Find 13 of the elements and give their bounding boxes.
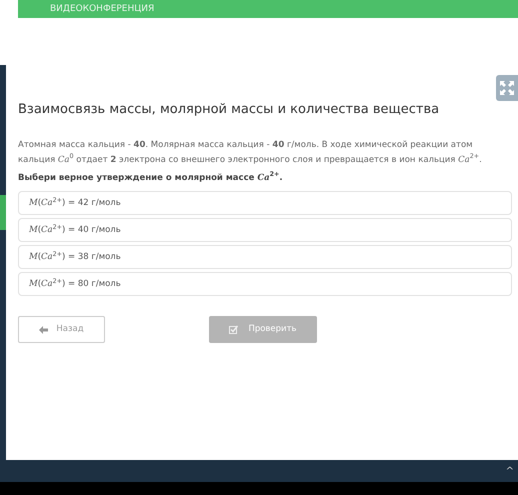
exercise-text: Атомная масса кальция - 40. Молярная масса кальция - 40 г/моль. В ходе химической реакции атом кальция Ca$^{0}$ отдает 2 электрона со внешнего электронного слоя и превращается в ион кальция Ca$^{2+}$.	[18, 138, 483, 166]
answer-option[interactable]: M(Ca$^{2+}$) = 80 г/моль	[18, 272, 512, 296]
expand-icon	[500, 81, 514, 95]
fullscreen-button[interactable]	[496, 75, 518, 101]
arrow-left-icon	[39, 326, 48, 334]
answer-option[interactable]: M(Ca$^{2+}$) = 40 г/моль	[18, 218, 512, 242]
answer-option[interactable]: M(Ca$^{2+}$) = 42 г/моль	[18, 191, 512, 216]
question-text: Выбери верное утверждение о молярной массе Ca$^{2+}$.	[18, 172, 284, 184]
checkbox-icon	[229, 325, 238, 334]
sidebar-marker	[0, 195, 6, 230]
exercise-title: Взаимосвязь массы, молярной массы и количества вещества	[18, 101, 440, 119]
answer-option[interactable]: M(Ca$^{2+}$) = 38 г/моль	[18, 245, 512, 270]
tray-arrow[interactable]: ^	[506, 464, 514, 478]
